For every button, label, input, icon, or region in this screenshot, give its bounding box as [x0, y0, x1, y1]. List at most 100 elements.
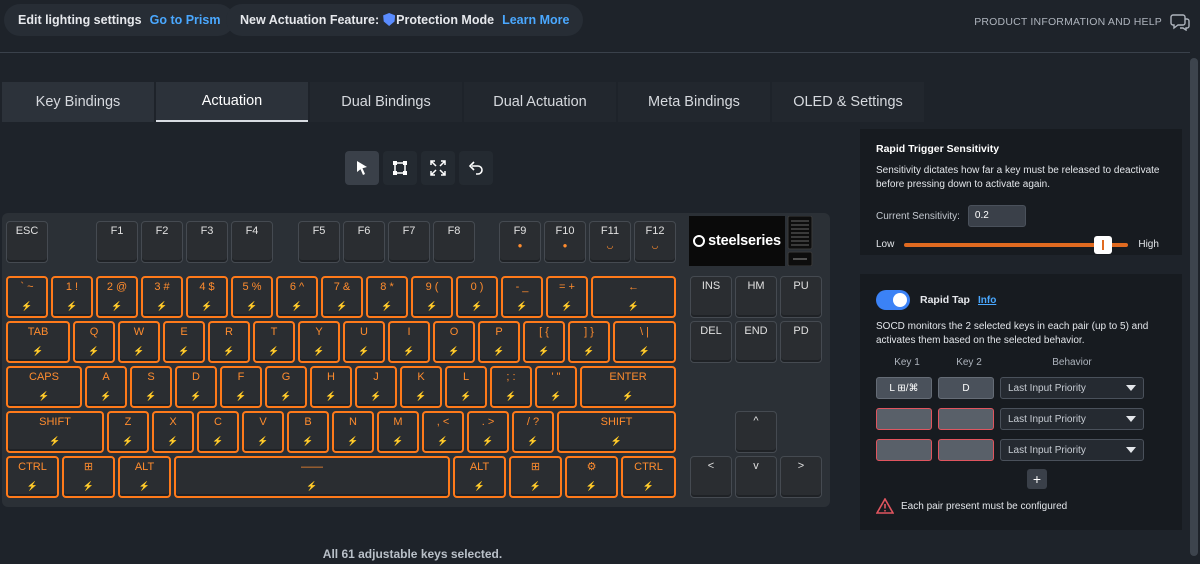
key[interactable]: W ⚡ [118, 321, 160, 363]
key[interactable]: ALT ⚡ [453, 456, 506, 498]
key[interactable]: ⊞ ⚡ [62, 456, 115, 498]
key[interactable]: ` ~ ⚡ [6, 276, 48, 318]
tab-key-bindings[interactable]: Key Bindings [2, 82, 154, 122]
key[interactable]: [ {⚡ [523, 321, 565, 363]
key[interactable]: B ⚡ [287, 411, 329, 453]
key[interactable]: ALT ⚡ [118, 456, 171, 498]
key[interactable]: 7 & ⚡ [321, 276, 363, 318]
key[interactable]: A ⚡ [85, 366, 127, 408]
key[interactable]: DEL [690, 321, 732, 363]
key[interactable]: D ⚡ [175, 366, 217, 408]
sensitivity-slider[interactable] [904, 235, 1129, 254]
key[interactable]: F10 ● [544, 221, 586, 263]
page-scrollbar[interactable] [1190, 58, 1198, 556]
key[interactable]: 9 (⚡ [411, 276, 453, 318]
key[interactable]: , < ⚡ [422, 411, 464, 453]
key[interactable]: 0 ) ⚡ [456, 276, 498, 318]
key[interactable]: R ⚡ [208, 321, 250, 363]
select-area-button[interactable] [383, 151, 417, 185]
key[interactable]: 1 ! ⚡ [51, 276, 93, 318]
key[interactable]: 2 @ ⚡ [96, 276, 138, 318]
key[interactable]: F3 [186, 221, 228, 263]
key[interactable]: ESC [6, 221, 48, 263]
product-help-link[interactable]: PRODUCT INFORMATION AND HELP [974, 13, 1190, 31]
key[interactable]: I ⚡ [388, 321, 430, 363]
key[interactable]: END [735, 321, 777, 363]
key[interactable]: = + ⚡ [546, 276, 588, 318]
key[interactable]: J ⚡ [355, 366, 397, 408]
tab-actuation[interactable]: Actuation [156, 82, 308, 122]
key[interactable]: PD [780, 321, 822, 363]
key[interactable]: F2 [141, 221, 183, 263]
key[interactable]: HM [735, 276, 777, 318]
key[interactable]: E ⚡ [163, 321, 205, 363]
undo-button[interactable] [459, 151, 493, 185]
key[interactable]: ' " ⚡ [535, 366, 577, 408]
pair-1-key-2[interactable]: D [938, 377, 994, 399]
pair-1-behavior-select[interactable]: Last Input Priority [1000, 377, 1144, 399]
key[interactable]: / ? ⚡ [512, 411, 554, 453]
cursor-tool-button[interactable] [345, 151, 379, 185]
key[interactable]: H ⚡ [310, 366, 352, 408]
key[interactable]: CTRL ⚡ [6, 456, 59, 498]
key[interactable]: ⚙ ⚡ [565, 456, 618, 498]
key[interactable]: CTRL ⚡ [621, 456, 676, 498]
key[interactable]: SHIFT ⚡ [6, 411, 104, 453]
pair-3-key-2[interactable] [938, 439, 994, 461]
key[interactable]: 6 ^ ⚡ [276, 276, 318, 318]
key[interactable]: v [735, 456, 777, 498]
key[interactable]: F6 [343, 221, 385, 263]
rapid-tap-info-link[interactable]: Info [978, 295, 996, 306]
key[interactable]: ^ [735, 411, 777, 453]
key[interactable]: F9 ● [499, 221, 541, 263]
key[interactable]: V ⚡ [242, 411, 284, 453]
key[interactable]: K ⚡ [400, 366, 442, 408]
fullscreen-button[interactable] [421, 151, 455, 185]
key[interactable]: T ⚡ [253, 321, 295, 363]
key[interactable]: G ⚡ [265, 366, 307, 408]
key[interactable]: F11 ◡ [589, 221, 631, 263]
tab-dual-actuation[interactable]: Dual Actuation [464, 82, 616, 122]
key[interactable]: 8 * ⚡ [366, 276, 408, 318]
key[interactable]: F7 [388, 221, 430, 263]
key[interactable]: INS [690, 276, 732, 318]
tab-meta-bindings[interactable]: Meta Bindings [618, 82, 770, 122]
key[interactable]: —— ⚡ [174, 456, 450, 498]
key[interactable]: M ⚡ [377, 411, 419, 453]
key[interactable]: Q ⚡ [73, 321, 115, 363]
key[interactable]: F5 [298, 221, 340, 263]
key[interactable]: O ⚡ [433, 321, 475, 363]
key[interactable]: ⊞ ⚡ [509, 456, 562, 498]
add-pair-button[interactable]: + [1027, 469, 1047, 489]
learn-more-link[interactable]: Learn More [502, 13, 569, 27]
key[interactable]: F ⚡ [220, 366, 262, 408]
key[interactable]: L ⚡ [445, 366, 487, 408]
pair-2-key-1[interactable] [876, 408, 932, 430]
key[interactable]: PU [780, 276, 822, 318]
tab-dual-bindings[interactable]: Dual Bindings [310, 82, 462, 122]
key[interactable]: 3 # ⚡ [141, 276, 183, 318]
key[interactable]: F12 ◡ [634, 221, 676, 263]
key[interactable]: . > ⚡ [467, 411, 509, 453]
pair-2-behavior-select[interactable]: Last Input Priority [1000, 408, 1144, 430]
key[interactable]: X ⚡ [152, 411, 194, 453]
key[interactable]: ENTER ⚡ [580, 366, 676, 408]
sensitivity-input[interactable]: 0.2 [967, 205, 1026, 227]
key[interactable]: C ⚡ [197, 411, 239, 453]
key[interactable]: ; : ⚡ [490, 366, 532, 408]
key[interactable]: Z ⚡ [107, 411, 149, 453]
slider-thumb[interactable] [1093, 235, 1112, 254]
key[interactable]: U ⚡ [343, 321, 385, 363]
key[interactable]: SHIFT ⚡ [557, 411, 676, 453]
key[interactable]: CAPS ⚡ [6, 366, 82, 408]
tab-oled-settings[interactable]: OLED & Settings [772, 82, 924, 122]
pair-2-key-2[interactable] [938, 408, 994, 430]
go-to-prism-link[interactable]: Go to Prism [150, 13, 221, 27]
key[interactable]: 5 % ⚡ [231, 276, 273, 318]
key[interactable]: < [690, 456, 732, 498]
key[interactable]: TAB ⚡ [6, 321, 70, 363]
key[interactable]: 4 $ ⚡ [186, 276, 228, 318]
rapid-tap-toggle[interactable] [876, 290, 910, 310]
key[interactable]: F1 [96, 221, 138, 263]
key[interactable]: S ⚡ [130, 366, 172, 408]
